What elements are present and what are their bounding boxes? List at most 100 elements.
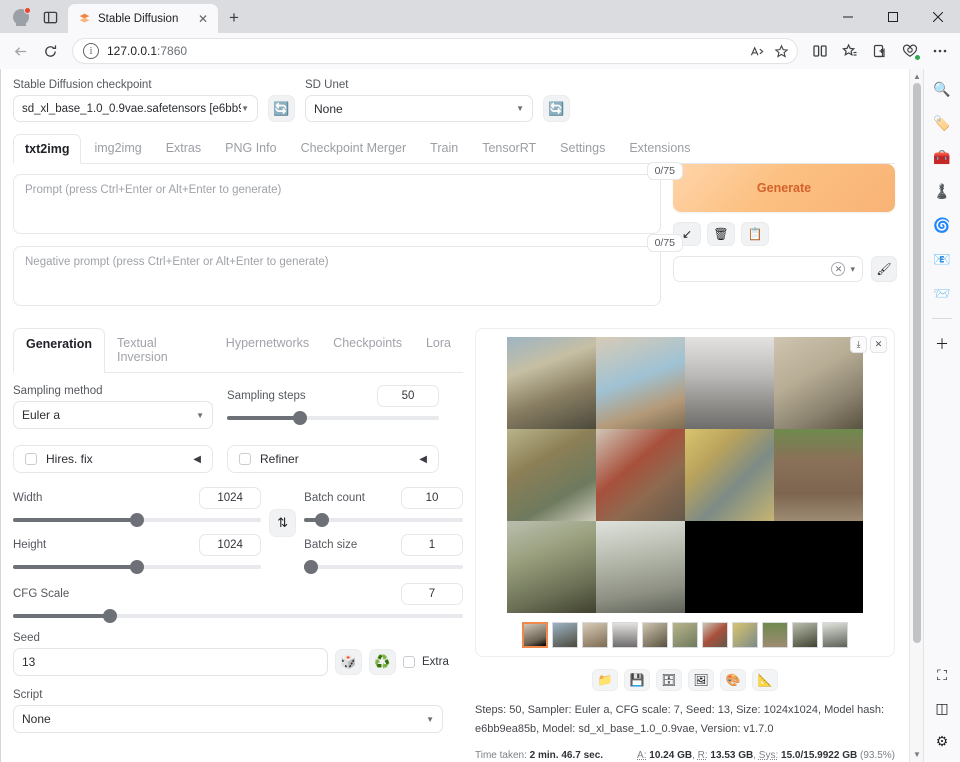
sd-unet-select[interactable]: None ▼ bbox=[305, 95, 533, 122]
sampling-steps-value[interactable]: 50 bbox=[377, 385, 439, 407]
read-aloud-icon[interactable] bbox=[745, 40, 769, 62]
thumbnail-item[interactable] bbox=[792, 622, 818, 648]
subtab-textual-inversion[interactable]: Textual Inversion bbox=[105, 328, 214, 372]
subtab-hypernetworks[interactable]: Hypernetworks bbox=[214, 328, 321, 372]
more-options-icon[interactable] bbox=[926, 37, 954, 65]
save-button[interactable]: 💾 bbox=[624, 669, 650, 691]
batch-size-slider[interactable] bbox=[304, 560, 463, 574]
browser-tab[interactable]: Stable Diffusion ✕ bbox=[68, 4, 218, 33]
styles-select[interactable]: ✕ ▾ bbox=[673, 256, 863, 282]
thumbnail-item[interactable] bbox=[612, 622, 638, 648]
scroll-down-arrow[interactable]: ▼ bbox=[913, 750, 921, 759]
hires-fix-accordion[interactable]: Hires. fix ◀ bbox=[13, 445, 213, 473]
scrollbar-thumb[interactable] bbox=[913, 83, 921, 643]
tab-close-icon[interactable]: ✕ bbox=[195, 11, 211, 27]
tools-icon[interactable]: 🧰 bbox=[930, 145, 955, 170]
new-tab-button[interactable]: + bbox=[221, 5, 247, 31]
batch-size-value[interactable]: 1 bbox=[401, 534, 463, 556]
apply-style-button[interactable]: 🖌 bbox=[871, 256, 897, 282]
random-seed-button[interactable]: 🎲 bbox=[335, 649, 362, 675]
batch-count-value[interactable]: 10 bbox=[401, 487, 463, 509]
thumbnail-item[interactable] bbox=[762, 622, 788, 648]
split-screen-icon[interactable] bbox=[806, 37, 834, 65]
tab-png-info[interactable]: PNG Info bbox=[214, 134, 287, 163]
reload-button[interactable] bbox=[36, 37, 64, 65]
send-to-extras-button[interactable]: 📐 bbox=[752, 669, 778, 691]
generated-image-grid[interactable] bbox=[507, 337, 863, 613]
subtab-checkpoints[interactable]: Checkpoints bbox=[321, 328, 414, 372]
tab-extras[interactable]: Extras bbox=[155, 134, 212, 163]
height-value[interactable]: 1024 bbox=[199, 534, 262, 556]
script-select[interactable]: None ▼ bbox=[13, 705, 443, 733]
add-app-icon[interactable]: ＋ bbox=[930, 331, 955, 356]
back-button[interactable] bbox=[6, 37, 34, 65]
cfg-scale-value[interactable]: 7 bbox=[401, 583, 463, 605]
page-scrollbar[interactable]: ▲ ▼ bbox=[909, 69, 923, 762]
extra-seed-checkbox[interactable] bbox=[403, 656, 415, 668]
favorites-icon[interactable] bbox=[836, 37, 864, 65]
thumbnail-item[interactable] bbox=[582, 622, 608, 648]
hires-fix-checkbox[interactable] bbox=[25, 453, 37, 465]
telegram-icon[interactable]: 📨 bbox=[930, 281, 955, 306]
favorite-star-icon[interactable] bbox=[769, 40, 793, 62]
height-slider[interactable] bbox=[13, 560, 262, 574]
split-pane-icon[interactable]: ◫ bbox=[930, 696, 955, 721]
thumbnail-item[interactable] bbox=[702, 622, 728, 648]
seed-input[interactable]: 13 bbox=[13, 648, 328, 676]
thumbnail-item[interactable] bbox=[672, 622, 698, 648]
download-image-button[interactable]: ⤓ bbox=[850, 336, 867, 353]
games-icon[interactable]: ♟️ bbox=[930, 179, 955, 204]
browser-essentials-icon[interactable] bbox=[896, 37, 924, 65]
tab-img2img[interactable]: img2img bbox=[83, 134, 152, 163]
profile-button[interactable] bbox=[6, 3, 36, 31]
thumbnail-item[interactable] bbox=[522, 622, 548, 648]
tab-tensorrt[interactable]: TensorRT bbox=[471, 134, 547, 163]
refresh-checkpoint-button[interactable]: 🔄 bbox=[268, 95, 295, 122]
open-folder-button[interactable]: 📁 bbox=[592, 669, 618, 691]
site-info-icon[interactable]: i bbox=[83, 43, 99, 59]
close-button[interactable] bbox=[915, 0, 960, 33]
negative-prompt-input[interactable]: Negative prompt (press Ctrl+Enter or Alt… bbox=[13, 246, 661, 306]
collections-icon[interactable] bbox=[866, 37, 894, 65]
tab-extensions[interactable]: Extensions bbox=[618, 134, 701, 163]
tab-settings[interactable]: Settings bbox=[549, 134, 616, 163]
thumbnail-item[interactable] bbox=[732, 622, 758, 648]
close-image-button[interactable]: ✕ bbox=[870, 336, 887, 353]
swap-dimensions-button[interactable]: ⇅ bbox=[269, 509, 297, 537]
settings-gear-icon[interactable]: ⚙ bbox=[930, 729, 955, 754]
prompt-input[interactable]: Prompt (press Ctrl+Enter or Alt+Enter to… bbox=[13, 174, 661, 234]
thumbnail-item[interactable] bbox=[642, 622, 668, 648]
width-value[interactable]: 1024 bbox=[199, 487, 262, 509]
shopping-tag-icon[interactable]: 🏷️ bbox=[930, 111, 955, 136]
copilot-icon[interactable]: 🌀 bbox=[930, 213, 955, 238]
tab-txt2img[interactable]: txt2img bbox=[13, 134, 82, 164]
search-icon[interactable]: 🔍 bbox=[930, 77, 955, 102]
send-to-img2img-button[interactable]: 🖼 bbox=[688, 669, 714, 691]
paste-params-button[interactable]: 📋 bbox=[741, 222, 769, 246]
clear-styles-icon[interactable]: ✕ bbox=[831, 262, 846, 276]
cfg-scale-slider[interactable] bbox=[13, 609, 463, 623]
save-zip-button[interactable]: 🗄 bbox=[656, 669, 682, 691]
generate-button[interactable]: Generate bbox=[673, 164, 895, 212]
subtab-lora[interactable]: Lora bbox=[414, 328, 463, 372]
tab-train[interactable]: Train bbox=[419, 134, 469, 163]
sampling-method-select[interactable]: Euler a ▼ bbox=[13, 401, 213, 429]
thumbnail-item[interactable] bbox=[552, 622, 578, 648]
address-bar[interactable]: i 127.0.0.1:7860 bbox=[72, 38, 798, 64]
reuse-seed-button[interactable]: ♻️ bbox=[369, 649, 396, 675]
refiner-checkbox[interactable] bbox=[239, 453, 251, 465]
refresh-unet-button[interactable]: 🔄 bbox=[543, 95, 570, 122]
batch-count-slider[interactable] bbox=[304, 513, 463, 527]
skip-button[interactable]: 🗑 bbox=[707, 222, 735, 246]
subtab-generation[interactable]: Generation bbox=[13, 328, 105, 373]
checkpoint-select[interactable]: sd_xl_base_1.0_0.9vae.safetensors [e6bb9… bbox=[13, 95, 258, 122]
scroll-up-arrow[interactable]: ▲ bbox=[913, 72, 921, 81]
outlook-icon[interactable]: 📧 bbox=[930, 247, 955, 272]
sampling-steps-slider[interactable] bbox=[227, 411, 439, 425]
thumbnail-item[interactable] bbox=[822, 622, 848, 648]
tab-actions-icon[interactable] bbox=[36, 3, 64, 31]
send-to-inpaint-button[interactable]: 🎨 bbox=[720, 669, 746, 691]
minimize-button[interactable] bbox=[825, 0, 870, 33]
screenshot-icon[interactable]: ⛶ bbox=[930, 663, 955, 688]
tab-checkpoint-merger[interactable]: Checkpoint Merger bbox=[290, 134, 418, 163]
